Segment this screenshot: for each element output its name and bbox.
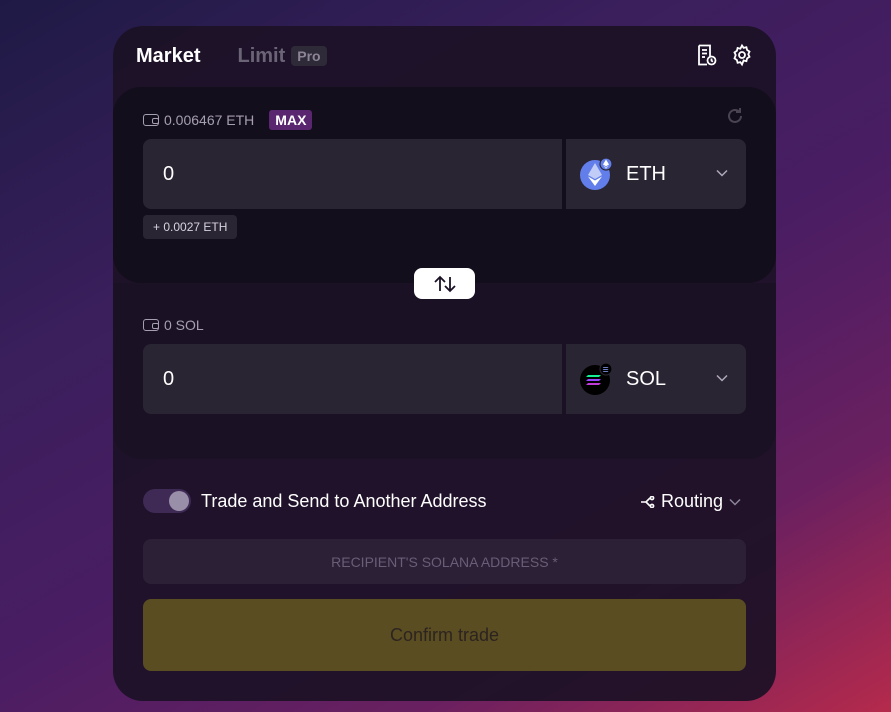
swap-card: Market Limit Pro 0.006467 ETH MAX 0 ETH … bbox=[113, 26, 776, 701]
to-amount-value: 0 bbox=[163, 367, 175, 390]
from-balance-row: 0.006467 ETH MAX bbox=[143, 110, 313, 130]
to-amount-input[interactable]: 0 bbox=[143, 344, 562, 414]
from-amount-value: 0 bbox=[163, 162, 175, 185]
sol-logo-icon bbox=[580, 363, 612, 395]
eth-logo-icon bbox=[580, 158, 612, 190]
order-type-tabs: Market Limit Pro bbox=[136, 44, 327, 68]
send-to-address-toggle[interactable] bbox=[143, 489, 191, 513]
wallet-icon bbox=[143, 319, 159, 331]
wallet-icon bbox=[143, 114, 159, 126]
confirm-trade-button[interactable]: Confirm trade bbox=[143, 599, 746, 671]
gear-icon[interactable] bbox=[730, 43, 754, 67]
from-token-name: ETH bbox=[626, 162, 666, 185]
from-amount-input[interactable]: 0 bbox=[143, 139, 562, 209]
routing-label: Routing bbox=[660, 491, 723, 511]
send-to-address-label: Trade and Send to Another Address bbox=[201, 490, 487, 511]
chevron-down-icon bbox=[729, 498, 741, 506]
from-token-selector[interactable]: ETH bbox=[566, 139, 746, 209]
pro-badge: Pro bbox=[291, 46, 327, 66]
recipient-address-input[interactable] bbox=[143, 539, 746, 584]
to-balance-row: 0 SOL bbox=[143, 317, 204, 333]
swap-arrows-icon bbox=[433, 275, 456, 292]
tab-limit[interactable]: Limit bbox=[237, 45, 285, 68]
send-to-address-row: Trade and Send to Another Address bbox=[143, 489, 487, 513]
routing-dropdown[interactable]: Routing bbox=[640, 491, 746, 512]
fee-hint-chip[interactable]: + 0.0027 ETH bbox=[143, 215, 238, 239]
chevron-down-icon bbox=[716, 374, 728, 382]
max-button[interactable]: MAX bbox=[269, 110, 313, 130]
to-token-selector[interactable]: SOL bbox=[566, 344, 746, 414]
from-balance: 0.006467 ETH bbox=[164, 112, 255, 128]
to-balance: 0 SOL bbox=[164, 317, 204, 333]
swap-direction-button[interactable] bbox=[414, 268, 475, 299]
toggle-knob bbox=[169, 491, 189, 511]
to-token-name: SOL bbox=[626, 367, 667, 390]
routing-icon bbox=[640, 495, 655, 508]
tab-market[interactable]: Market bbox=[136, 45, 200, 68]
receipt-history-icon[interactable] bbox=[694, 43, 718, 67]
refresh-icon[interactable] bbox=[725, 106, 745, 126]
chevron-down-icon bbox=[716, 169, 728, 177]
